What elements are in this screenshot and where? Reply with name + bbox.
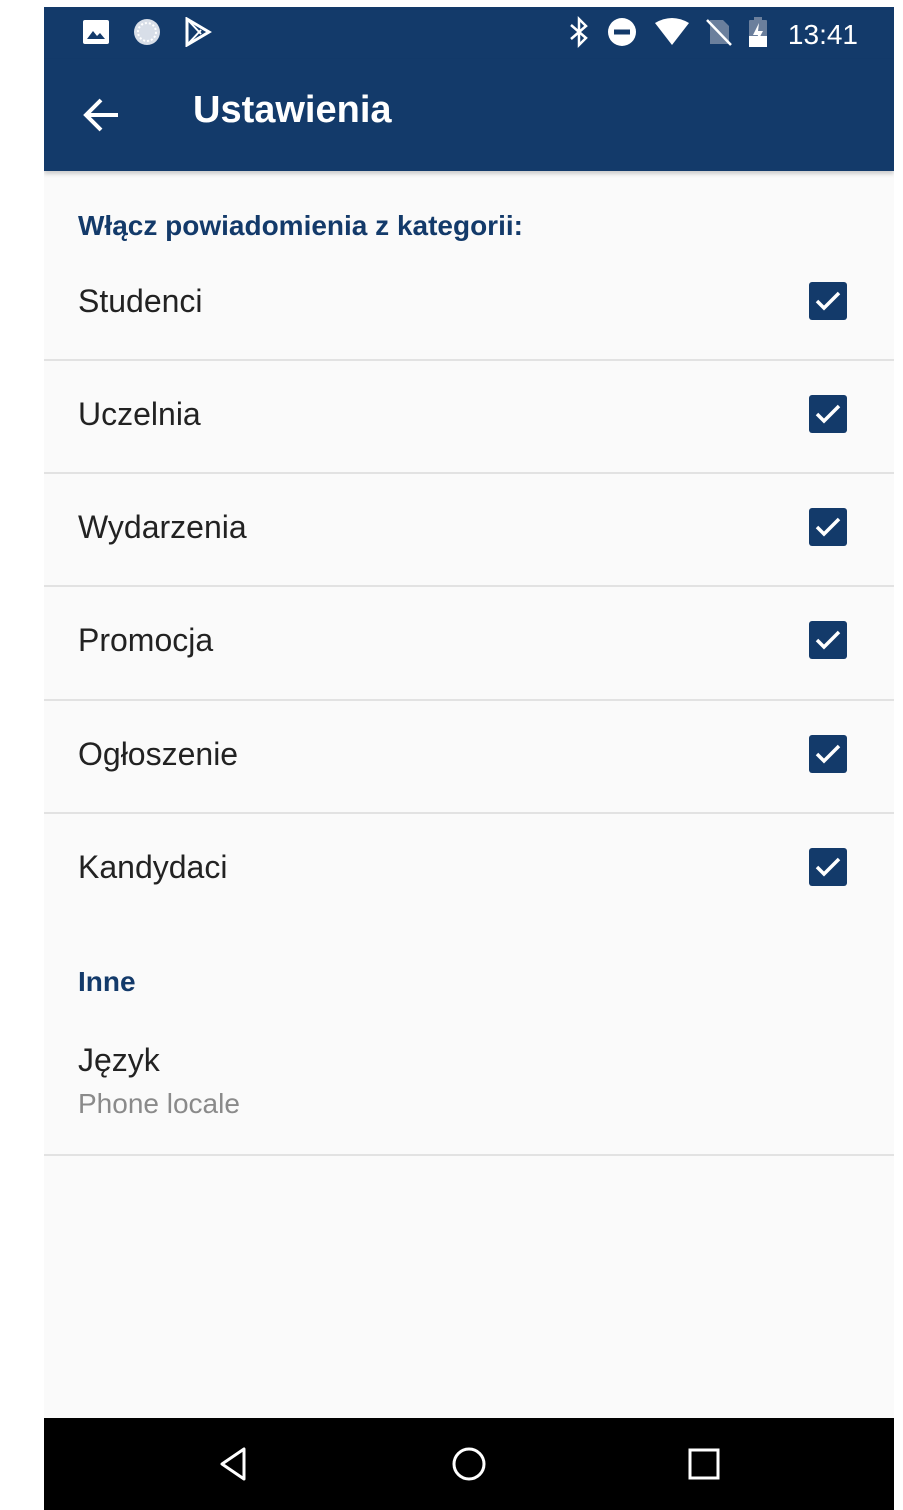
bluetooth-icon [568,15,590,54]
category-studenci-row[interactable]: Studenci [44,247,894,360]
category-ogloszenie-row[interactable]: Ogłoszenie [44,700,894,813]
category-uczelnia-checkbox[interactable] [809,395,847,433]
category-studenci-checkbox[interactable] [809,282,847,320]
category-promocja-row[interactable]: Promocja [44,586,894,699]
status-bar-clock: 13:41 [787,18,858,50]
category-kandydaci-checkbox[interactable] [809,848,847,886]
category-uczelnia-row[interactable]: Uczelnia [44,360,894,473]
category-wydarzenia-row[interactable]: Wydarzenia [44,473,894,586]
other-section-header: Inne [78,966,136,997]
divider [44,1154,894,1156]
recents-square-icon[interactable] [684,1444,724,1484]
navigation-bar [44,1418,894,1510]
status-bar-left-icons [82,16,212,52]
back-triangle-icon[interactable] [214,1444,254,1484]
image-icon [82,18,110,51]
category-label: Wydarzenia [78,509,247,545]
screen: 13:41 Ustawienia Włącz powiadomienia z k… [44,7,894,1510]
category-promocja-checkbox[interactable] [809,621,847,659]
wifi-icon [654,17,690,52]
language-summary: Phone locale [78,1088,240,1119]
category-wydarzenia-checkbox[interactable] [809,508,847,546]
category-label: Ogłoszenie [78,736,239,772]
app-bar: Ustawienia [44,59,894,171]
arrow-back-icon[interactable] [80,92,126,138]
do-not-disturb-icon [606,16,638,53]
no-sim-icon [706,17,732,52]
category-label: Promocja [78,622,214,658]
category-kandydaci-row[interactable]: Kandydaci [44,813,894,926]
notifications-section-header: Włącz powiadomienia z kategorii: [78,210,523,241]
sync-circle-icon [132,17,162,52]
page-title: Ustawienia [193,89,392,131]
status-bar: 13:41 [44,7,894,59]
home-circle-icon[interactable] [449,1444,489,1484]
category-ogloszenie-checkbox[interactable] [809,735,847,773]
category-label: Kandydaci [78,849,228,885]
language-preference[interactable]: Język Phone locale [44,1032,894,1152]
status-bar-right-icons: 13:41 [568,15,858,54]
language-title: Język [78,1042,160,1078]
play-store-icon [184,16,212,52]
battery-charging-icon [748,16,768,53]
category-label: Uczelnia [78,396,201,432]
category-label: Studenci [78,283,203,319]
